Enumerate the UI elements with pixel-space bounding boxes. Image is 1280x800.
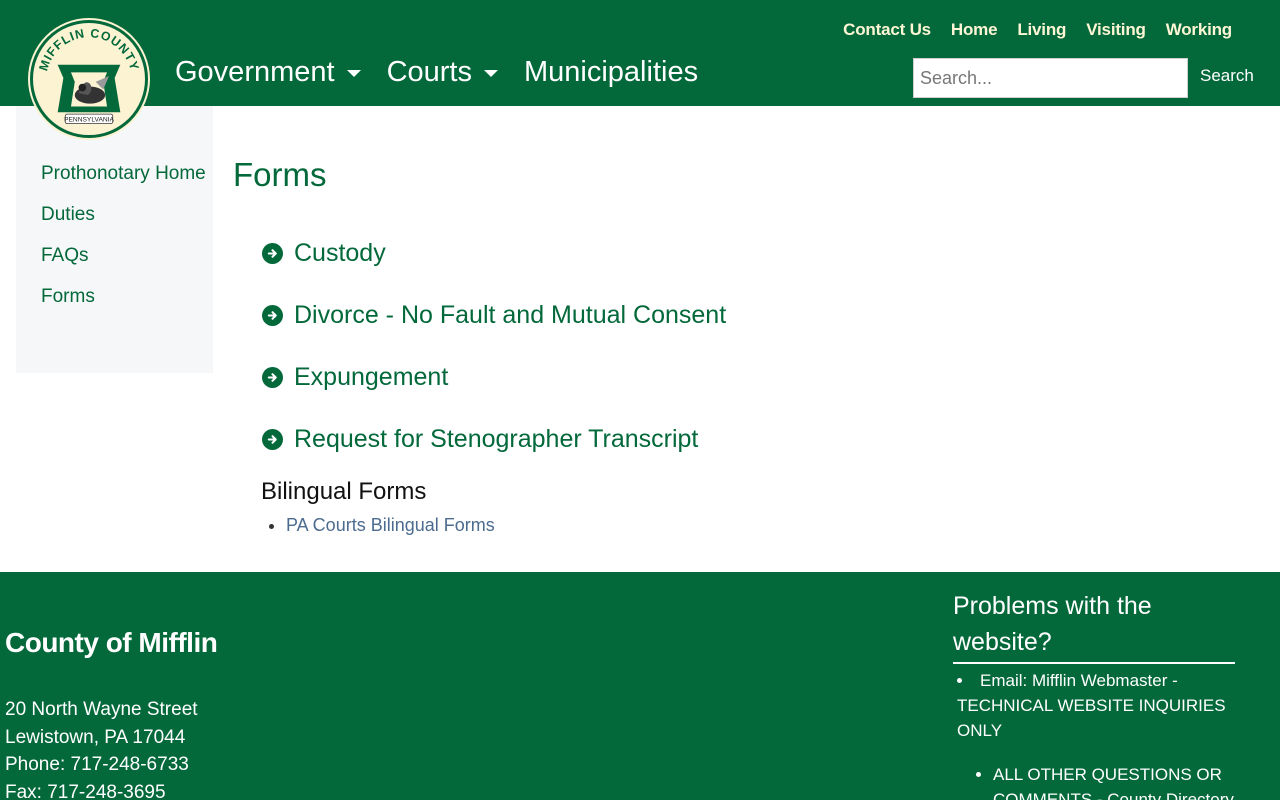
nav-municipalities-link[interactable]: Municipalities [524, 56, 698, 89]
caret-down-icon [346, 70, 361, 77]
visiting-link[interactable]: Visiting [1086, 20, 1146, 40]
svg-text:PENNSYLVANIA: PENNSYLVANIA [64, 117, 114, 124]
living-link[interactable]: Living [1017, 20, 1066, 40]
address-city: Lewistown, PA 17044 [5, 726, 186, 748]
page-title: Forms [233, 156, 327, 193]
form-link-label: Expungement [294, 362, 449, 391]
bilingual-forms-list: PA Courts Bilingual Forms [286, 515, 495, 536]
list-item: PA Courts Bilingual Forms [286, 515, 495, 536]
nav-courts-label: Courts [386, 56, 472, 88]
website-problems-panel: Problems with the website? Email: Miffli… [953, 588, 1235, 800]
arrow-circle-right-icon [262, 304, 283, 326]
forms-list: Custody Divorce - No Fault and Mutual Co… [262, 236, 726, 484]
webmaster-email-link[interactable]: Email: Mifflin Webmaster - TECHNICAL WEB… [957, 668, 1235, 743]
search-button[interactable]: Search [1200, 66, 1254, 86]
address-street: 20 North Wayne Street [5, 699, 198, 720]
arrow-circle-right-icon [262, 428, 283, 450]
working-link[interactable]: Working [1166, 20, 1232, 40]
pa-courts-bilingual-forms-link[interactable]: PA Courts Bilingual Forms [286, 515, 495, 535]
form-link-stenographer-transcript[interactable]: Request for Stenographer Transcript [262, 422, 726, 456]
county-directory-link[interactable]: ALL OTHER QUESTIONS OR COMMENTS - County… [993, 762, 1235, 800]
county-seal-logo[interactable]: MIFFLIN COUNTY PENNSYLVANIA [30, 20, 148, 138]
home-link[interactable]: Home [951, 20, 998, 40]
sidebar-item-prothonotary-home[interactable]: Prothonotary Home [41, 160, 213, 188]
form-link-label: Divorce - No Fault and Mutual Consent [294, 300, 727, 329]
footer-address: 20 North Wayne Street Lewistown, PA 1704… [5, 696, 198, 800]
main-nav: Government Courts Municipalities [175, 56, 724, 89]
keystone-goose-logo-icon: MIFFLIN COUNTY PENNSYLVANIA [35, 25, 143, 133]
problems-title: Problems with the website? [953, 588, 1235, 664]
arrow-circle-right-icon [262, 366, 283, 388]
problems-list: Email: Mifflin Webmaster - TECHNICAL WEB… [953, 668, 1235, 743]
form-link-custody[interactable]: Custody [262, 236, 726, 270]
form-link-expungement[interactable]: Expungement [262, 360, 726, 394]
address-phone: Phone: 717-248-6733 [5, 754, 189, 775]
search-input[interactable] [913, 58, 1188, 98]
address-fax: Fax: 717-248-3695 [5, 781, 166, 800]
nav-government-label: Government [175, 56, 335, 88]
form-link-label: Custody [294, 238, 386, 267]
caret-down-icon [484, 70, 498, 77]
footer-title: County of Mifflin [5, 627, 218, 658]
form-link-label: Request for Stenographer Transcript [294, 424, 699, 453]
sidebar: Prothonotary Home Duties FAQs Forms [16, 106, 213, 373]
form-link-divorce[interactable]: Divorce - No Fault and Mutual Consent [262, 298, 726, 332]
sidebar-item-forms[interactable]: Forms [41, 283, 213, 311]
arrow-circle-right-icon [262, 242, 283, 264]
problems-sublist: ALL OTHER QUESTIONS OR COMMENTS - County… [953, 762, 1235, 800]
nav-municipalities-label: Municipalities [524, 56, 699, 88]
bilingual-forms-heading: Bilingual Forms [261, 478, 427, 505]
contact-us-link[interactable]: Contact Us [843, 20, 931, 40]
site-header: MIFFLIN COUNTY PENNSYLVANIA Contact Us H… [0, 0, 1280, 138]
nav-courts-dropdown[interactable]: Courts [387, 56, 498, 89]
site-footer: County of Mifflin 20 North Wayne Street … [0, 572, 1280, 800]
sidebar-item-faqs[interactable]: FAQs [41, 242, 213, 270]
sidebar-item-duties[interactable]: Duties [41, 201, 213, 229]
utility-nav: Contact Us Home Living Visiting Working [843, 20, 1232, 40]
nav-government-dropdown[interactable]: Government [175, 56, 361, 89]
